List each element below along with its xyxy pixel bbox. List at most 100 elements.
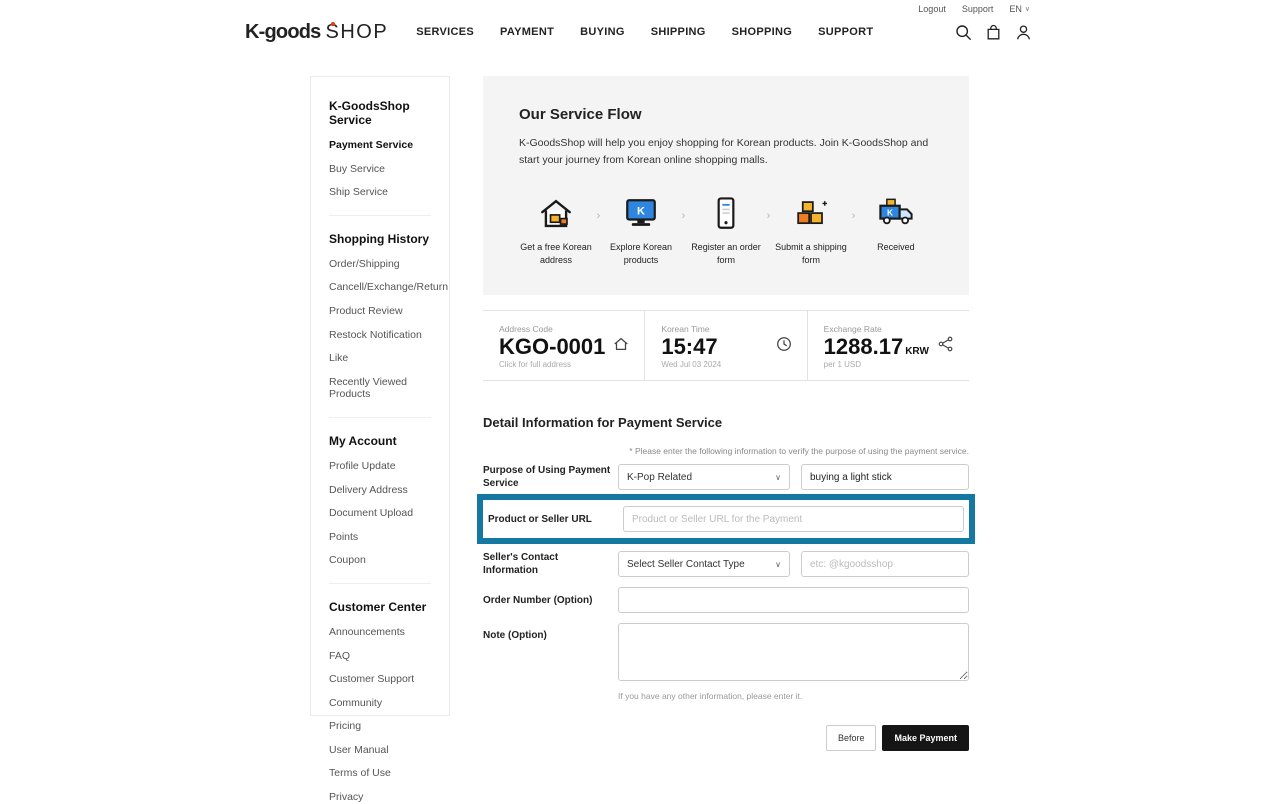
sidebar-item-pricing[interactable]: Pricing [329, 720, 431, 733]
sidebar-item-terms-of-use[interactable]: Terms of Use [329, 767, 431, 780]
purpose-select[interactable]: K-Pop Related ∨ [618, 464, 790, 491]
sidebar-item-restock-notification[interactable]: Restock Notification [329, 329, 431, 342]
purpose-label: Purpose of Using Payment Service [483, 465, 611, 490]
sidebar-item-order-shipping[interactable]: Order/Shipping [329, 258, 431, 271]
url-input[interactable] [623, 506, 964, 533]
chevron-down-icon: ∨ [1024, 6, 1030, 13]
search-icon[interactable] [955, 24, 972, 41]
flow-step-label: Get a free Korean address [520, 241, 592, 265]
address-code-card[interactable]: Address Code KGO-0001 Click for full add… [483, 311, 644, 380]
seller-contact-row: Seller's Contact Information Select Sell… [483, 551, 969, 578]
header: K-goods SHOP SERVICES PAYMENT BUYING SHIP… [0, 14, 1280, 50]
sidebar-item-community[interactable]: Community [329, 697, 431, 710]
korean-address-icon [541, 199, 571, 227]
nav-buying[interactable]: BUYING [580, 26, 625, 38]
chevron-right-icon: › [766, 209, 771, 222]
sidebar-item-payment-service[interactable]: Payment Service [329, 139, 431, 152]
logo[interactable]: K-goods SHOP [245, 21, 388, 44]
address-code-sub: Click for full address [499, 360, 572, 370]
cart-bag-icon[interactable] [985, 24, 1002, 41]
purpose-select-value: K-Pop Related [627, 471, 693, 483]
nav-shipping[interactable]: SHIPPING [651, 26, 706, 38]
seller-contact-select[interactable]: Select Seller Contact Type ∨ [618, 551, 790, 578]
exchange-rate-card: Exchange Rate 1288.17 KRW per 1 USD [806, 310, 969, 381]
chevron-right-icon: › [596, 209, 601, 222]
home-icon [612, 335, 630, 358]
sidebar-item-coupon[interactable]: Coupon [329, 554, 431, 567]
korean-time-card: Korean Time 15:47 Wed Jul 03 2024 [644, 310, 806, 381]
order-number-input[interactable] [618, 587, 969, 614]
address-code-value: KGO-0001 [499, 333, 606, 359]
sidebar-item-product-review[interactable]: Product Review [329, 305, 431, 318]
seller-contact-select-value: Select Seller Contact Type [627, 558, 745, 570]
sidebar-item-customer-support[interactable]: Customer Support [329, 673, 431, 686]
chevron-right-icon: › [681, 209, 686, 222]
shipping-form-icon [797, 200, 827, 224]
sidebar-section-title: K-GoodsShop Service [329, 99, 410, 127]
sidebar-section-my-account: My Account Profile Update Delivery Addre… [329, 416, 431, 567]
sidebar-section-title: Shopping History [329, 231, 429, 246]
address-code-label: Address Code [499, 323, 553, 334]
exchange-rate-value: 1288.17 [823, 333, 904, 359]
exchange-rate-label: Exchange Rate [823, 323, 882, 334]
sidebar: K-GoodsShop Service Payment Service Buy … [310, 76, 450, 803]
logo-accent-dot [331, 21, 335, 26]
before-button[interactable]: Before [825, 725, 877, 752]
exchange-rate-unit: KRW [905, 345, 929, 357]
sidebar-item-privacy[interactable]: Privacy [329, 791, 431, 804]
svg-text:K: K [637, 205, 645, 217]
account-person-icon[interactable] [1015, 24, 1032, 41]
explore-products-icon: K [626, 198, 656, 226]
sidebar-section-title: My Account [329, 433, 397, 448]
note-textarea[interactable] [618, 623, 969, 682]
exchange-rate-sub: per 1 USD [823, 360, 862, 370]
sidebar-section-customer-center: Customer Center Announcements FAQ Custom… [329, 582, 431, 804]
flow-step-shipping-form: Submit a shipping form [774, 192, 848, 267]
sidebar-item-user-manual[interactable]: User Manual [329, 744, 431, 757]
logout-link[interactable]: Logout [918, 4, 946, 14]
sidebar-item-document-upload[interactable]: Document Upload [329, 507, 431, 520]
sidebar-item-profile-update[interactable]: Profile Update [329, 460, 431, 473]
flow-step-label: Received [877, 241, 915, 252]
page-body: K-GoodsShop Service Payment Service Buy … [0, 76, 1280, 803]
sidebar-item-points[interactable]: Points [329, 531, 431, 544]
sidebar-item-like[interactable]: Like [329, 352, 431, 365]
service-flow-panel: Our Service Flow K-GoodsShop will help y… [483, 76, 969, 295]
nav-shopping[interactable]: SHOPPING [732, 26, 792, 38]
nav-support[interactable]: SUPPORT [818, 26, 873, 38]
support-link[interactable]: Support [962, 4, 994, 14]
sidebar-item-delivery-address[interactable]: Delivery Address [329, 484, 431, 497]
url-label: Product or Seller URL [488, 513, 592, 525]
make-payment-button[interactable]: Make Payment [882, 725, 969, 752]
exchange-icon [937, 335, 955, 358]
sidebar-item-cancel-exchange-return[interactable]: Cancell/Exchange/Return [329, 281, 448, 294]
seller-contact-input[interactable] [801, 551, 969, 578]
service-flow-description: K-GoodsShop will help you enjoy shopping… [519, 137, 929, 167]
sidebar-section-title: Customer Center [329, 599, 427, 614]
main-content: Our Service Flow K-GoodsShop will help y… [483, 76, 969, 752]
sidebar-item-ship-service[interactable]: Ship Service [329, 186, 431, 199]
main-nav: SERVICES PAYMENT BUYING SHIPPING SHOPPIN… [416, 26, 873, 38]
info-strip: Address Code KGO-0001 Click for full add… [483, 309, 969, 382]
sidebar-item-buy-service[interactable]: Buy Service [329, 163, 431, 176]
nav-payment[interactable]: PAYMENT [500, 26, 554, 38]
korean-time-label: Korean Time [661, 323, 710, 334]
note-label: Note (Option) [483, 630, 547, 642]
sidebar-item-recently-viewed[interactable]: Recently Viewed Products [329, 376, 431, 401]
note-row: Note (Option) [483, 623, 969, 682]
sidebar-item-announcements[interactable]: Announcements [329, 626, 431, 639]
flow-step-korean-address: Get a free Korean address [519, 192, 593, 267]
order-form-icon [717, 196, 735, 229]
purpose-detail-input[interactable] [801, 464, 969, 491]
sidebar-item-faq[interactable]: FAQ [329, 650, 431, 663]
chevron-down-icon: ∨ [775, 559, 781, 569]
sidebar-section-shopping-history: Shopping History Order/Shipping Cancell/… [329, 214, 448, 401]
flow-step-label: Explore Korean products [609, 241, 672, 265]
logo-text: K-goods [245, 20, 321, 43]
korean-time-value: 15:47 [661, 333, 718, 359]
language-selector[interactable]: EN ∨ [1009, 4, 1030, 14]
korean-time-sub: Wed Jul 03 2024 [661, 360, 722, 370]
nav-services[interactable]: SERVICES [416, 26, 474, 38]
order-number-row: Order Number (Option) [483, 587, 969, 614]
svg-text:K: K [887, 208, 893, 217]
